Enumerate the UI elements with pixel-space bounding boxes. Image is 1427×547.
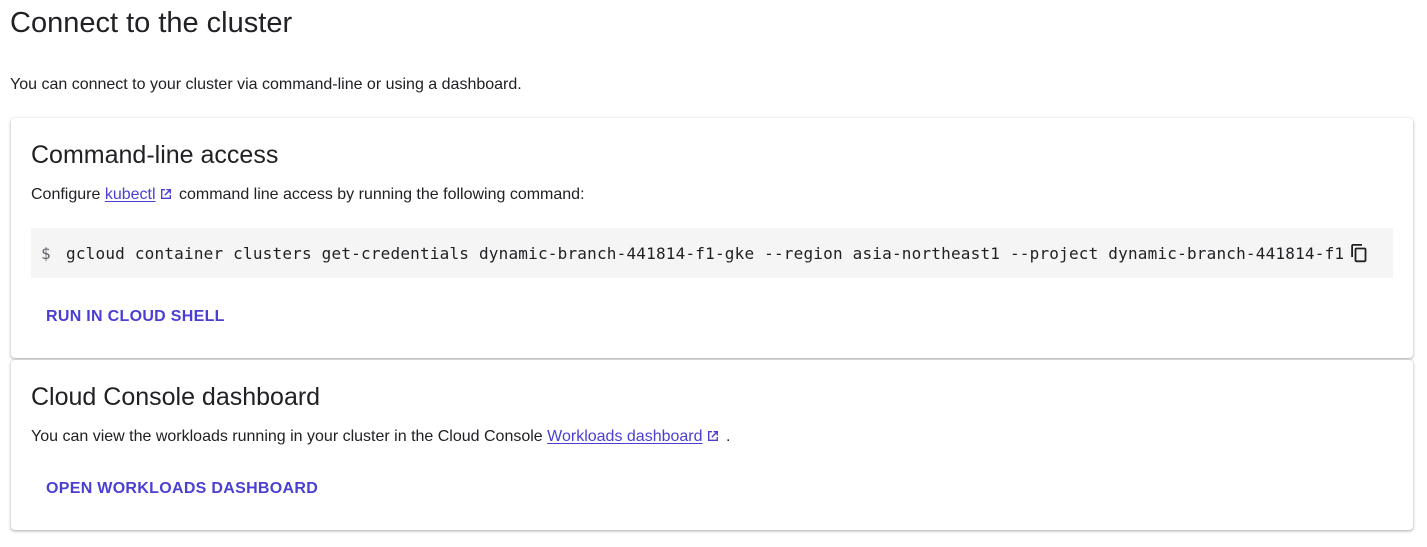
shell-prompt: $ (41, 243, 51, 263)
command-line-access-title: Command-line access (31, 141, 279, 169)
cloud-console-dashboard-title: Cloud Console dashboard (31, 383, 321, 411)
external-link-icon[interactable] (706, 429, 720, 443)
kubectl-link[interactable]: kubectl (105, 186, 156, 203)
cli-text-after: command line access by running the follo… (174, 186, 585, 203)
cloud-console-dashboard-card: Cloud Console dashboard You can view the… (11, 360, 1413, 530)
workloads-dashboard-link[interactable]: Workloads dashboard (547, 428, 702, 445)
command-box: $ gcloud container clusters get-credenti… (31, 228, 1393, 278)
page-title: Connect to the cluster (10, 7, 293, 39)
page-intro: You can connect to your cluster via comm… (10, 76, 522, 93)
gcloud-command[interactable]: gcloud container clusters get-credential… (66, 244, 1347, 263)
external-link-icon[interactable] (159, 187, 173, 201)
copy-icon[interactable] (1347, 241, 1371, 265)
command-line-description: Configure kubectl command line access by… (31, 185, 585, 205)
dashboard-text-before: You can view the workloads running in yo… (31, 428, 548, 445)
command-line-access-card: Command-line access Configure kubectl co… (11, 118, 1413, 358)
cli-text-before: Configure (31, 186, 105, 203)
dashboard-description: You can view the workloads running in yo… (31, 427, 730, 447)
dashboard-text-after: . (721, 428, 731, 445)
open-workloads-dashboard-button[interactable]: OPEN WORKLOADS DASHBOARD (35, 471, 329, 507)
run-in-cloud-shell-button[interactable]: RUN IN CLOUD SHELL (35, 299, 236, 335)
